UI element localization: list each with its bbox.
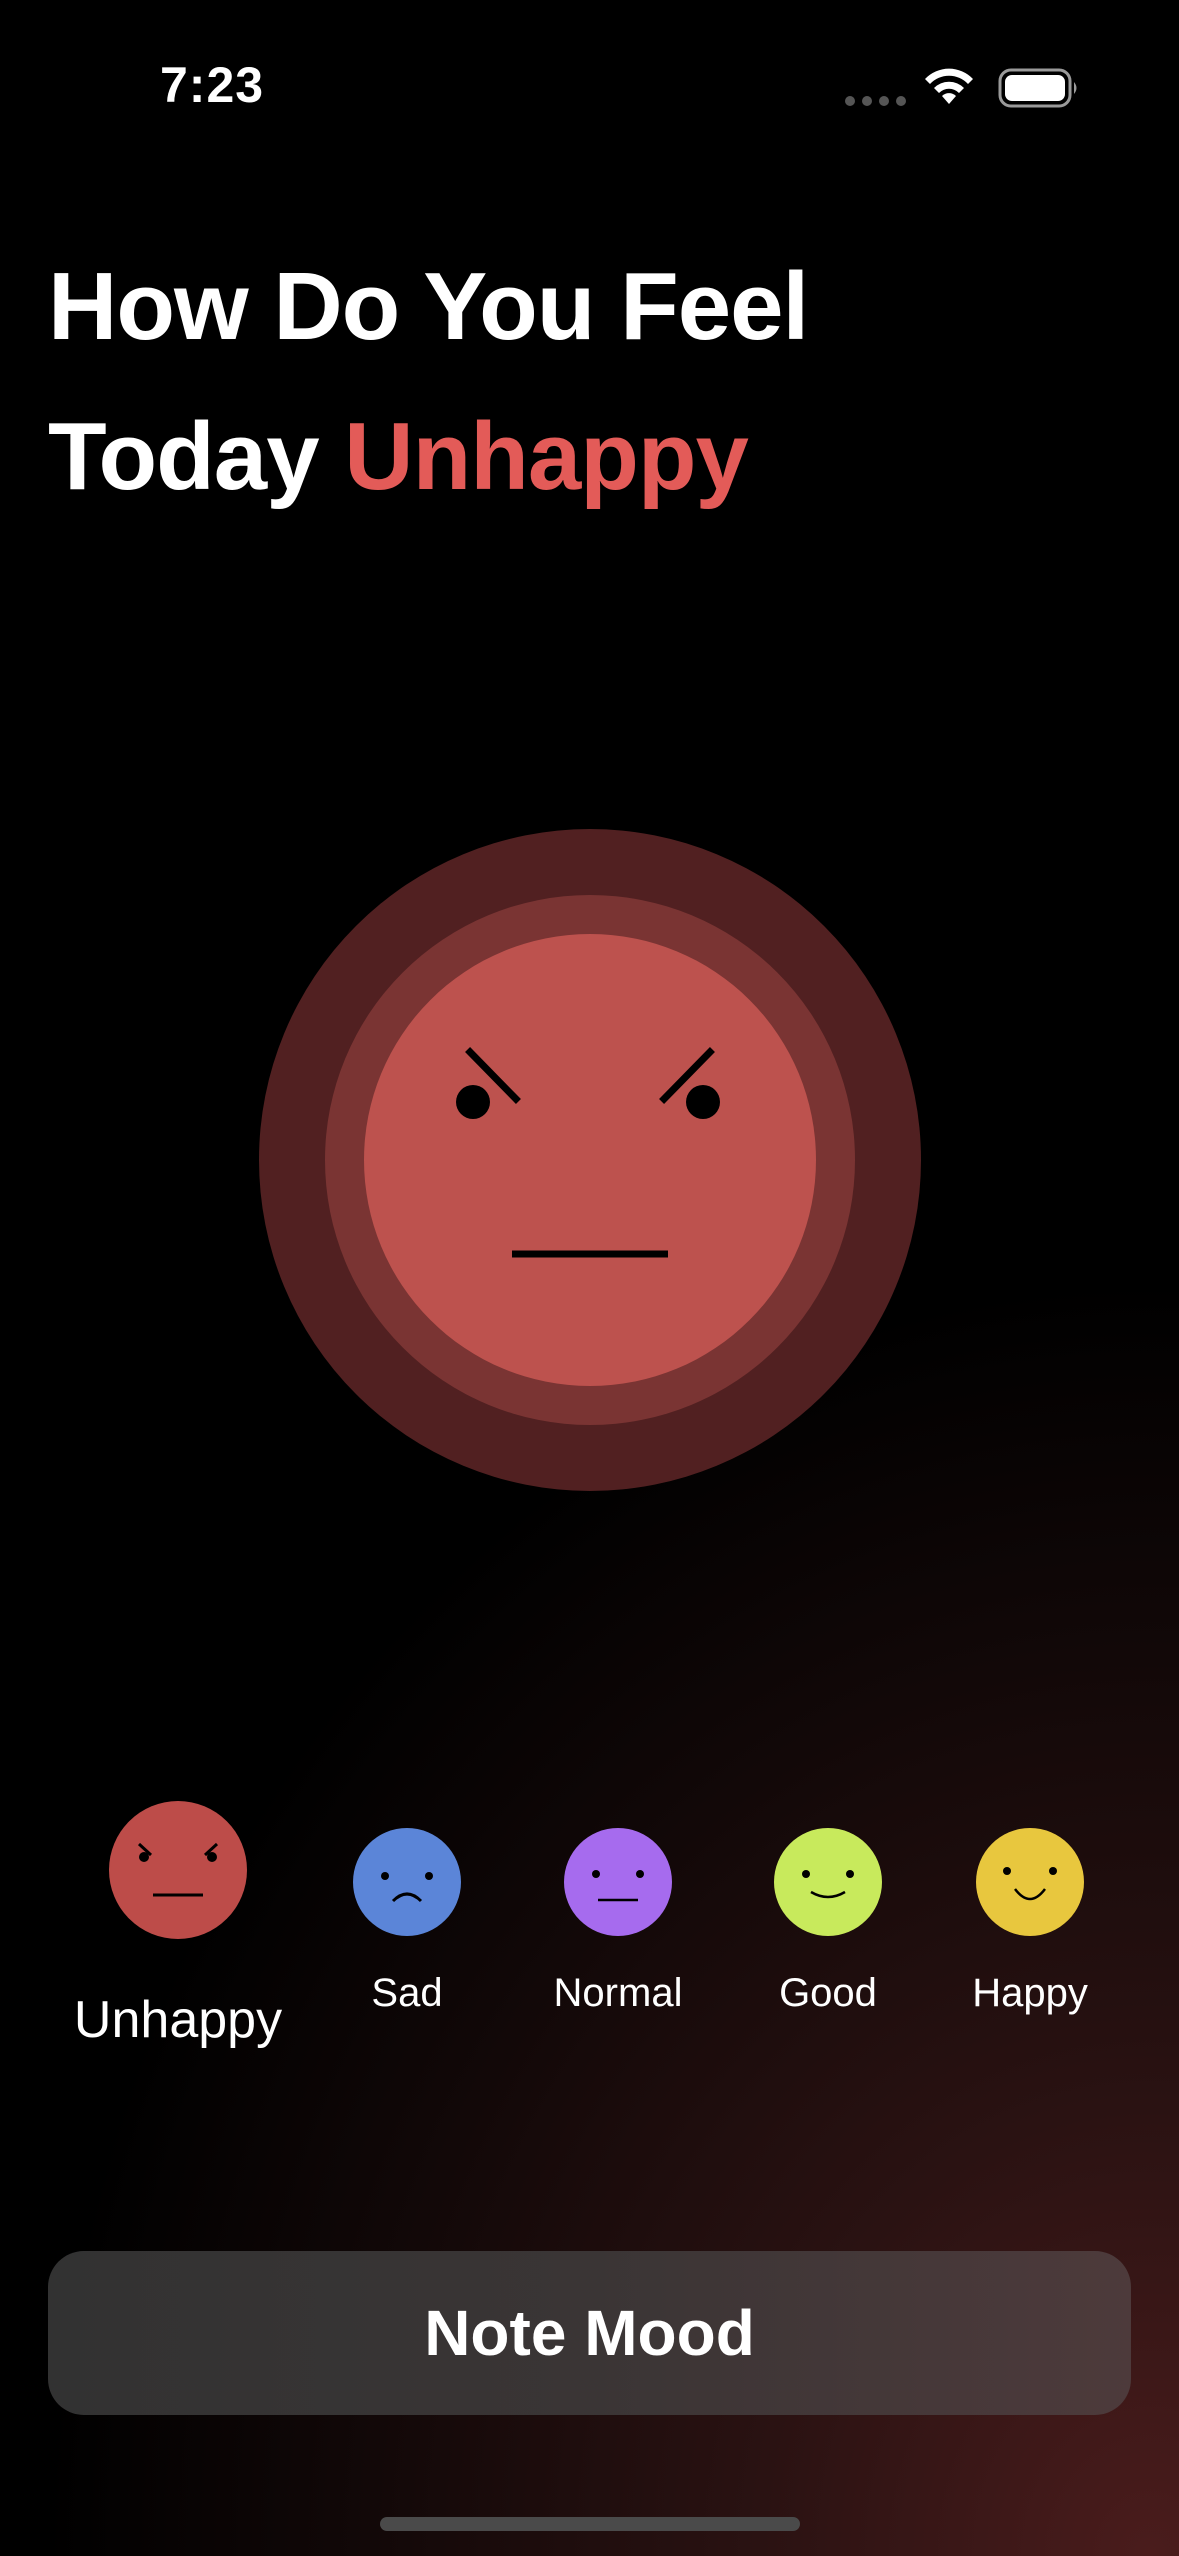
slight-smile-face-icon xyxy=(774,1828,882,1936)
mood-label-unhappy: Unhappy xyxy=(73,1991,283,2049)
mood-option-unhappy[interactable]: Unhappy xyxy=(28,1800,328,2050)
wifi-icon xyxy=(925,68,973,104)
angry-face-icon xyxy=(109,1801,247,1939)
home-indicator[interactable] xyxy=(380,2517,800,2531)
cellular-dots-icon xyxy=(845,96,906,106)
battery-icon xyxy=(998,68,1077,108)
mood-option-sad[interactable]: Sad xyxy=(307,1827,507,2016)
smile-face-icon xyxy=(976,1828,1084,1936)
mood-option-normal[interactable]: Normal xyxy=(518,1827,718,2016)
current-mood-text: Unhappy xyxy=(344,403,749,510)
title-line-2: Today Unhappy xyxy=(48,382,808,532)
title-prefix: Today xyxy=(48,403,320,510)
title-line-1: How Do You Feel xyxy=(48,253,809,360)
mood-label-sad: Sad xyxy=(371,1971,443,2015)
sad-face-icon xyxy=(353,1828,461,1936)
mood-option-good[interactable]: Good xyxy=(728,1827,928,2016)
status-bar: 7:23 xyxy=(0,0,1179,170)
note-mood-button[interactable]: Note Mood xyxy=(48,2251,1131,2415)
angry-face-icon xyxy=(364,934,816,1386)
neutral-face-icon xyxy=(564,1828,672,1936)
mood-option-happy[interactable]: Happy xyxy=(930,1827,1130,2016)
mood-label-happy: Happy xyxy=(972,1971,1088,2015)
status-time: 7:23 xyxy=(160,57,265,113)
mood-label-good: Good xyxy=(779,1971,877,2015)
mood-label-normal: Normal xyxy=(553,1971,683,2015)
page-title: How Do You Feel Today Unhappy xyxy=(48,232,809,532)
selected-mood-face xyxy=(259,829,921,1491)
